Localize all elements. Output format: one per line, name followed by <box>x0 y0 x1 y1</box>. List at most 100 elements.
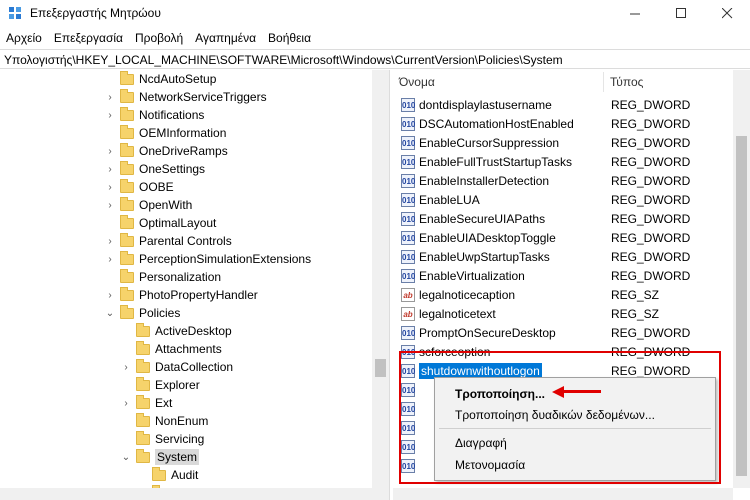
tree-item-label: System <box>155 449 200 465</box>
value-row[interactable]: 010 PromptOnSecureDesktop REG_DWORD <box>393 323 733 342</box>
list-vertical-scrollbar[interactable] <box>733 70 750 488</box>
chevron-right-icon[interactable]: › <box>104 110 116 121</box>
tree-item[interactable]: › OOBE <box>104 178 174 196</box>
folder-icon <box>136 376 150 391</box>
close-button[interactable] <box>704 0 750 26</box>
tree-item-label: OptimalLayout <box>139 216 217 230</box>
folder-icon <box>136 448 150 463</box>
chevron-right-icon[interactable]: › <box>104 146 116 157</box>
value-type: REG_DWORD <box>611 211 691 226</box>
tree-horizontal-scrollbar[interactable] <box>0 488 389 500</box>
tree-scroll-thumb[interactable] <box>375 359 386 377</box>
menu-view[interactable]: Προβολή <box>129 28 189 48</box>
chevron-down-icon[interactable]: ⌄ <box>104 308 116 319</box>
tree-item[interactable]: › PhotoPropertyHandler <box>104 286 258 304</box>
tree-item-label: Explorer <box>155 378 200 392</box>
annotation-arrow-icon <box>552 386 564 398</box>
tree-item-label: OneSettings <box>139 162 206 176</box>
value-row[interactable]: 010 EnableUwpStartupTasks REG_DWORD <box>393 247 733 266</box>
value-name: legalnoticecaption <box>419 288 619 302</box>
value-row[interactable]: 010 EnableSecureUIAPaths REG_DWORD <box>393 209 733 228</box>
value-type: REG_DWORD <box>611 173 691 188</box>
value-name-text: EnableUwpStartupTasks <box>419 249 550 264</box>
value-row[interactable]: 010 EnableUIADesktopToggle REG_DWORD <box>393 228 733 247</box>
folder-icon <box>136 340 150 355</box>
address-bar[interactable]: Υπολογιστής\HKEY_LOCAL_MACHINE\SOFTWARE\… <box>0 49 750 69</box>
tree-item[interactable]: › OneSettings <box>104 160 205 178</box>
maximize-button[interactable] <box>658 0 704 26</box>
minimize-button[interactable] <box>612 0 658 26</box>
tree-item-label: Notifications <box>139 108 205 122</box>
value-name: DSCAutomationHostEnabled <box>419 117 619 131</box>
tree-item[interactable]: Explorer <box>120 376 200 394</box>
tree-item[interactable]: NonEnum <box>120 412 208 430</box>
tree-item-label: Attachments <box>155 342 222 356</box>
tree-item[interactable]: Audit <box>136 466 198 484</box>
folder-icon <box>120 196 134 211</box>
menu-edit[interactable]: Επεξεργασία <box>48 28 129 48</box>
value-row[interactable]: 010 EnableVirtualization REG_DWORD <box>393 266 733 285</box>
chevron-right-icon[interactable]: › <box>104 254 116 265</box>
chevron-right-icon[interactable]: › <box>104 236 116 247</box>
tree-item[interactable]: › NetworkServiceTriggers <box>104 88 267 106</box>
chevron-right-icon[interactable]: › <box>104 182 116 193</box>
tree-item-label: PerceptionSimulationExtensions <box>139 252 312 266</box>
tree-item[interactable]: ⌄ Policies <box>104 304 180 322</box>
tree-item[interactable]: › OneDriveRamps <box>104 142 228 160</box>
value-name-text: EnableInstallerDetection <box>419 173 550 188</box>
tree-item[interactable]: Servicing <box>120 430 204 448</box>
string-value-icon: ab <box>401 287 415 302</box>
dword-value-icon: 010 <box>401 135 415 150</box>
tree-item[interactable]: Personalization <box>104 268 221 286</box>
list-horizontal-scrollbar[interactable] <box>393 488 733 500</box>
chevron-right-icon[interactable]: › <box>104 92 116 103</box>
tree-item[interactable]: › PerceptionSimulationExtensions <box>104 250 311 268</box>
tree-item-label: Policies <box>139 306 181 320</box>
menu-help[interactable]: Βοήθεια <box>262 28 317 48</box>
tree-vertical-scrollbar[interactable] <box>372 70 389 488</box>
tree-item[interactable]: › OpenWith <box>104 196 192 214</box>
value-row[interactable]: 010 EnableInstallerDetection REG_DWORD <box>393 171 733 190</box>
tree-item[interactable]: Attachments <box>120 340 222 358</box>
window-title: Επεξεργαστής Μητρώου <box>30 6 161 20</box>
tree-item-label: NcdAutoSetup <box>139 72 217 86</box>
value-type: REG_DWORD <box>611 230 691 245</box>
tree-item[interactable]: NcdAutoSetup <box>104 70 216 88</box>
tree-item[interactable]: › Notifications <box>104 106 204 124</box>
value-row[interactable]: 010 EnableCursorSuppression REG_DWORD <box>393 133 733 152</box>
value-row[interactable]: 010 dontdisplaylastusername REG_DWORD <box>393 95 733 114</box>
folder-icon <box>136 322 150 337</box>
value-name-text: DSCAutomationHostEnabled <box>419 116 574 131</box>
column-header-name[interactable]: Όνομα <box>393 70 603 94</box>
chevron-right-icon[interactable]: › <box>104 164 116 175</box>
value-row[interactable]: 010 EnableLUA REG_DWORD <box>393 190 733 209</box>
tree-item[interactable]: › DataCollection <box>120 358 233 376</box>
tree-item[interactable]: ⌄ System <box>120 448 200 466</box>
chevron-right-icon[interactable]: › <box>120 362 132 373</box>
folder-icon <box>120 70 134 85</box>
tree-item[interactable]: › Ext <box>120 394 172 412</box>
menu-file[interactable]: Αρχείο <box>0 28 48 48</box>
column-header-type[interactable]: Τύπος <box>604 70 724 94</box>
chevron-down-icon[interactable]: ⌄ <box>120 452 132 463</box>
list-scroll-thumb[interactable] <box>736 136 747 476</box>
minimize-icon <box>629 13 640 14</box>
chevron-right-icon[interactable]: › <box>104 200 116 211</box>
tree-item[interactable]: ActiveDesktop <box>120 322 232 340</box>
tree-item[interactable]: OEMInformation <box>104 124 226 142</box>
chevron-right-icon[interactable]: › <box>104 290 116 301</box>
tree-item[interactable]: › Parental Controls <box>104 232 232 250</box>
value-name: EnableUwpStartupTasks <box>419 250 619 264</box>
value-name-text: EnableUIADesktopToggle <box>419 230 556 245</box>
menu-favorites[interactable]: Αγαπημένα <box>189 28 262 48</box>
tree-item[interactable]: OptimalLayout <box>104 214 216 232</box>
address-path[interactable]: Υπολογιστής\HKEY_LOCAL_MACHINE\SOFTWARE\… <box>4 53 563 67</box>
value-name: dontdisplaylastusername <box>419 98 619 112</box>
value-row[interactable]: 010 EnableFullTrustStartupTasks REG_DWORD <box>393 152 733 171</box>
value-row[interactable]: ab legalnoticecaption REG_SZ <box>393 285 733 304</box>
value-row[interactable]: 010 DSCAutomationHostEnabled REG_DWORD <box>393 114 733 133</box>
value-type: REG_DWORD <box>611 154 691 169</box>
chevron-right-icon[interactable]: › <box>120 398 132 409</box>
value-type: REG_DWORD <box>611 97 691 112</box>
value-row[interactable]: ab legalnoticetext REG_SZ <box>393 304 733 323</box>
